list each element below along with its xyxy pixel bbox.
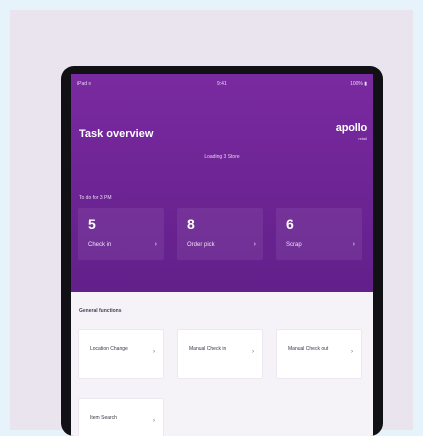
todo-section-label: To do for 3 PM xyxy=(79,195,112,201)
status-time: 9:41 xyxy=(217,81,227,87)
checkin-tile[interactable]: 5 Check in › xyxy=(78,208,164,260)
location-change-tile[interactable]: Location Change › xyxy=(78,329,164,379)
battery-icon: 100% ▮ xyxy=(350,81,367,87)
tablet-device: iPad ≡ 9:41 100% ▮ Task overview apollo … xyxy=(61,66,383,436)
manual-check-in-tile[interactable]: Manual Check in › xyxy=(177,329,263,379)
chevron-right-icon: › xyxy=(352,241,355,248)
scrap-count: 6 xyxy=(286,216,294,232)
order-pick-tile[interactable]: 8 Order pick › xyxy=(177,208,263,260)
status-left: iPad ≡ xyxy=(77,81,92,87)
item-search-tile[interactable]: Item Search › xyxy=(78,398,164,436)
logo-subtitle: retail xyxy=(358,136,367,141)
location-change-label: Location Change xyxy=(90,346,128,352)
order-pick-count: 8 xyxy=(187,216,195,232)
status-bar: iPad ≡ 9:41 100% ▮ xyxy=(77,81,367,89)
chevron-right-icon: › xyxy=(253,241,256,248)
manual-check-out-label: Manual Check out xyxy=(288,346,329,352)
chevron-right-icon: › xyxy=(153,418,155,424)
chevron-right-icon: › xyxy=(351,349,353,355)
app-screen: iPad ≡ 9:41 100% ▮ Task overview apollo … xyxy=(71,74,373,436)
order-pick-label: Order pick xyxy=(187,242,215,248)
item-search-label: Item Search xyxy=(90,415,117,421)
chevron-right-icon: › xyxy=(154,241,157,248)
scrap-tile[interactable]: 6 Scrap › xyxy=(276,208,362,260)
general-functions-label: General functions xyxy=(79,308,122,314)
manual-check-out-tile[interactable]: Manual Check out › xyxy=(276,329,362,379)
store-selector[interactable]: Loading 3 Store xyxy=(71,154,373,160)
apollo-logo: apollo xyxy=(335,122,367,134)
chevron-right-icon: › xyxy=(252,349,254,355)
page-title: Task overview xyxy=(79,128,154,140)
header-panel: iPad ≡ 9:41 100% ▮ Task overview apollo … xyxy=(71,74,373,292)
chevron-right-icon: › xyxy=(153,349,155,355)
manual-check-in-label: Manual Check in xyxy=(189,346,227,352)
scrap-label: Scrap xyxy=(286,242,302,248)
checkin-label: Check in xyxy=(88,242,112,248)
checkin-count: 5 xyxy=(88,216,96,232)
